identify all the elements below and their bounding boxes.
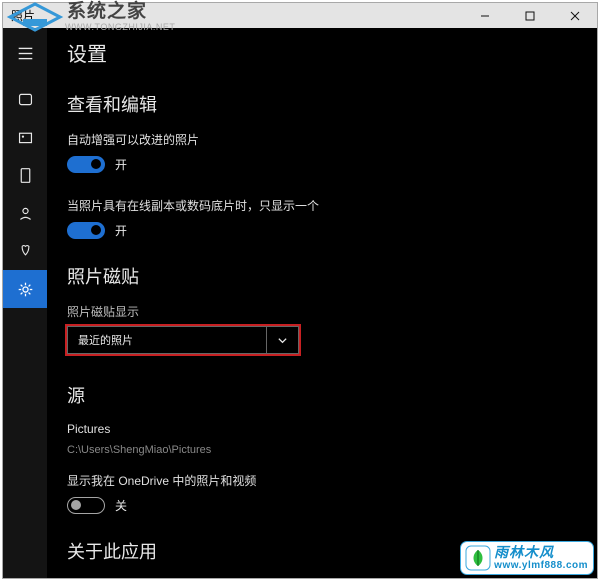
app-window: 照片 设置 查看和编辑 自动增强可以改进的照片 开 当照片具有在线副本或数码底片… [2, 2, 598, 579]
main-panel: 设置 查看和编辑 自动增强可以改进的照片 开 当照片具有在线副本或数码底片时，只… [47, 28, 597, 578]
section-view-edit: 查看和编辑 [67, 91, 569, 117]
watermark-bottom: 雨林木风 www.ylmf888.com [460, 541, 594, 575]
albums-icon[interactable] [3, 118, 47, 156]
import-icon[interactable] [3, 232, 47, 270]
dupes-toggle[interactable] [67, 222, 105, 239]
watermark-bottom-url: www.ylmf888.com [494, 560, 588, 571]
auto-enhance-toggle[interactable] [67, 156, 105, 173]
dupes-label: 当照片具有在线副本或数码底片时，只显示一个 [67, 197, 569, 214]
watermark-url: WWW.TONGZHIJIA.NET [65, 22, 175, 32]
people-icon[interactable] [3, 194, 47, 232]
minimize-button[interactable] [462, 3, 507, 28]
maximize-button[interactable] [507, 3, 552, 28]
auto-enhance-state: 开 [115, 156, 127, 173]
watermark-title: 系统之家 [67, 2, 175, 21]
settings-icon[interactable] [3, 270, 47, 308]
chevron-down-icon[interactable] [267, 326, 299, 354]
leaf-icon [465, 545, 491, 571]
collection-icon[interactable] [3, 80, 47, 118]
tile-dropdown-value: 最近的照片 [67, 326, 267, 354]
tile-label: 照片磁贴显示 [67, 303, 569, 320]
sidebar [3, 28, 47, 578]
auto-enhance-label: 自动增强可以改进的照片 [67, 131, 569, 148]
watermark-top: 系统之家 WWW.TONGZHIJIA.NET [5, 1, 175, 33]
page-title: 设置 [67, 38, 569, 67]
dupes-state: 开 [115, 222, 127, 239]
section-sources: 源 [67, 382, 569, 408]
folder-name: Pictures [67, 422, 569, 436]
section-tile: 照片磁贴 [67, 263, 569, 289]
watermark-bottom-title: 雨林木风 [494, 545, 588, 560]
onedrive-label: 显示我在 OneDrive 中的照片和视频 [67, 472, 569, 489]
folders-icon[interactable] [3, 156, 47, 194]
onedrive-toggle[interactable] [67, 497, 105, 514]
hamburger-icon[interactable] [3, 34, 47, 72]
close-button[interactable] [552, 3, 597, 28]
tile-dropdown[interactable]: 最近的照片 [67, 326, 299, 354]
onedrive-state: 关 [115, 497, 127, 514]
folder-path: C:\Users\ShengMiao\Pictures [67, 444, 569, 456]
